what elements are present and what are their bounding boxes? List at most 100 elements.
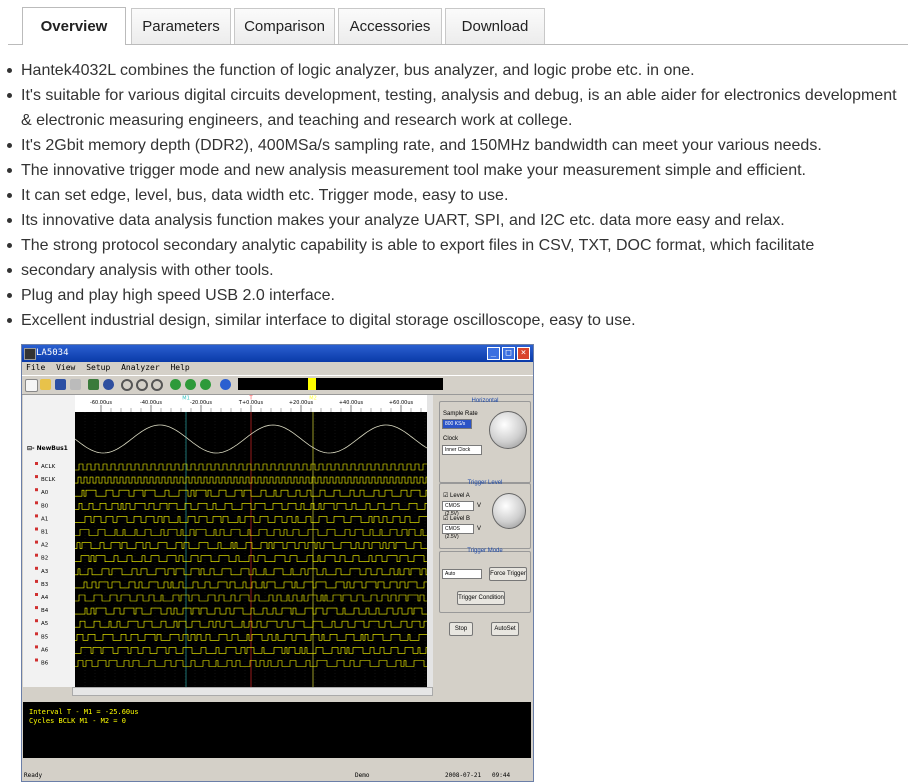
trigger-condition-button[interactable]: Trigger Condition xyxy=(457,591,505,605)
app-titlebar: LA5034 _ □ × xyxy=(22,345,533,362)
marker-label: M1 xyxy=(182,396,190,402)
channel-label: A4 xyxy=(41,595,49,601)
maximize-icon[interactable]: □ xyxy=(502,347,515,360)
sample-rate-label: Sample Rate xyxy=(443,411,478,417)
channel-probe-icon xyxy=(35,606,38,610)
level-a-checkbox[interactable]: ☑ Level A xyxy=(443,492,470,499)
channel-probe-icon xyxy=(35,645,38,649)
zoom-out-icon[interactable] xyxy=(136,379,148,391)
level-b-checkbox[interactable]: ☑ Level B xyxy=(443,515,470,522)
channel-probe-icon xyxy=(35,619,38,623)
channel-probe-icon xyxy=(35,566,38,570)
level-b-unit: V xyxy=(477,526,482,532)
channel-probe-icon xyxy=(35,579,38,583)
bus-name-label: ⊟- NewBus1 xyxy=(27,445,68,452)
horizontal-title: Horizontal xyxy=(471,398,499,404)
channel-label: A3 xyxy=(41,569,49,575)
app-screenshot: LA5034 _ □ × File View Setup Analyzer He… xyxy=(21,344,534,782)
level-b-label: Level B xyxy=(450,516,471,522)
print-icon[interactable] xyxy=(70,379,81,390)
status-date: 2008-07-21 xyxy=(445,772,482,779)
interval-readout: Interval T - M1 = -25.60us xyxy=(29,708,139,716)
sample-rate-select[interactable]: 800 KS/s xyxy=(442,419,472,429)
feature-item: Excellent industrial design, similar int… xyxy=(7,308,901,333)
trigger-mode-title: Trigger Mode xyxy=(467,548,503,554)
channel-label: ACLK xyxy=(41,464,56,470)
memory-overview-bar[interactable] xyxy=(238,378,443,390)
menu-setup[interactable]: Setup xyxy=(86,363,110,372)
right-arrow-icon[interactable] xyxy=(200,379,211,390)
left-arrow-icon[interactable] xyxy=(170,379,181,390)
feature-item: The innovative trigger mode and new anal… xyxy=(7,158,901,183)
measurement-output: Interval T - M1 = -25.60us Cycles BCLK M… xyxy=(23,702,531,758)
status-mode: Demo xyxy=(355,772,370,779)
horizontal-knob[interactable] xyxy=(489,411,527,449)
channel-probe-icon xyxy=(35,488,38,492)
channel-label: B3 xyxy=(41,582,49,588)
view-position-marker[interactable] xyxy=(308,378,316,390)
channel-label: B1 xyxy=(41,530,48,536)
cycles-readout: Cycles BCLK M1 - M2 = 0 xyxy=(29,717,126,725)
horizontal-scrollbar[interactable] xyxy=(72,687,433,696)
channel-label: B4 xyxy=(41,608,49,614)
feature-item: The strong protocol secondary analytic c… xyxy=(7,233,901,258)
tab-overview[interactable]: Overview xyxy=(22,7,126,45)
waveform-plot[interactable]: -60.00us -40.00us -20.00us T+0.00us +20.00us… xyxy=(23,395,433,687)
channel-label: A2 xyxy=(41,543,48,549)
menu-bar: File View Setup Analyzer Help xyxy=(22,363,533,375)
clock-select[interactable]: Inner Clock xyxy=(442,445,482,455)
channel-probe-icon xyxy=(35,658,38,662)
control-panel: Horizontal Sample Rate 800 KS/s Clock In… xyxy=(437,397,532,687)
tab-parameters[interactable]: Parameters xyxy=(131,8,231,44)
menu-file[interactable]: File xyxy=(26,363,45,372)
settings-icon[interactable] xyxy=(103,379,114,390)
channel-label: A0 xyxy=(41,490,49,496)
level-a-select[interactable]: CMOS (2.5V) xyxy=(442,501,474,517)
minimize-icon[interactable]: _ xyxy=(487,347,500,360)
new-file-icon[interactable] xyxy=(25,379,38,392)
channel-probe-icon xyxy=(35,632,38,636)
run-icon[interactable] xyxy=(88,379,99,390)
menu-help[interactable]: Help xyxy=(170,363,189,372)
level-a-label: Level A xyxy=(450,493,470,499)
channel-label: B6 xyxy=(41,661,49,667)
marker-label: M2 xyxy=(309,396,317,402)
channel-label: B0 xyxy=(41,503,49,509)
menu-analyzer[interactable]: Analyzer xyxy=(121,363,160,372)
time-tick-label: +40.00us xyxy=(339,400,364,406)
autoset-button[interactable]: AutoSet xyxy=(491,622,519,636)
trigger-mode-select[interactable]: Auto xyxy=(442,569,482,579)
channel-name-column xyxy=(23,395,75,687)
open-folder-icon[interactable] xyxy=(40,379,51,390)
channel-label: BCLK xyxy=(41,477,56,483)
channel-probe-icon xyxy=(35,514,38,518)
up-arrow-icon[interactable] xyxy=(185,379,196,390)
feature-item: It's 2Gbit memory depth (DDR2), 400MSa/s… xyxy=(7,133,901,158)
tab-accessories[interactable]: Accessories xyxy=(338,8,442,44)
time-tick-label: -20.00us xyxy=(190,400,212,406)
trigger-level-knob[interactable] xyxy=(492,493,526,529)
stop-button[interactable]: Stop xyxy=(449,622,473,636)
zoom-fit-icon[interactable] xyxy=(151,379,163,391)
save-icon[interactable] xyxy=(55,379,66,390)
feature-item: It's suitable for various digital circui… xyxy=(7,83,901,133)
channel-probe-icon xyxy=(35,462,38,465)
about-icon[interactable] xyxy=(220,379,231,390)
close-icon[interactable]: × xyxy=(517,347,530,360)
level-a-unit: V xyxy=(477,503,482,509)
zoom-in-icon[interactable] xyxy=(121,379,133,391)
level-b-select[interactable]: CMOS (2.5V) xyxy=(442,524,474,540)
tab-download[interactable]: Download xyxy=(445,8,545,44)
force-trigger-button[interactable]: Force Trigger xyxy=(489,567,527,581)
channel-probe-icon xyxy=(35,540,38,544)
feature-item: Plug and play high speed USB 2.0 interfa… xyxy=(7,283,901,308)
feature-item: Its innovative data analysis function ma… xyxy=(7,208,901,233)
menu-view[interactable]: View xyxy=(56,363,75,372)
clock-label: Clock xyxy=(443,436,459,442)
channel-probe-icon xyxy=(35,593,38,596)
tab-comparison[interactable]: Comparison xyxy=(234,8,335,44)
tab-bar: Overview Parameters Comparison Accessori… xyxy=(8,0,908,45)
channel-probe-icon xyxy=(35,527,38,531)
status-ready: Ready xyxy=(24,772,43,779)
time-tick-label: +60.00us xyxy=(389,400,414,406)
